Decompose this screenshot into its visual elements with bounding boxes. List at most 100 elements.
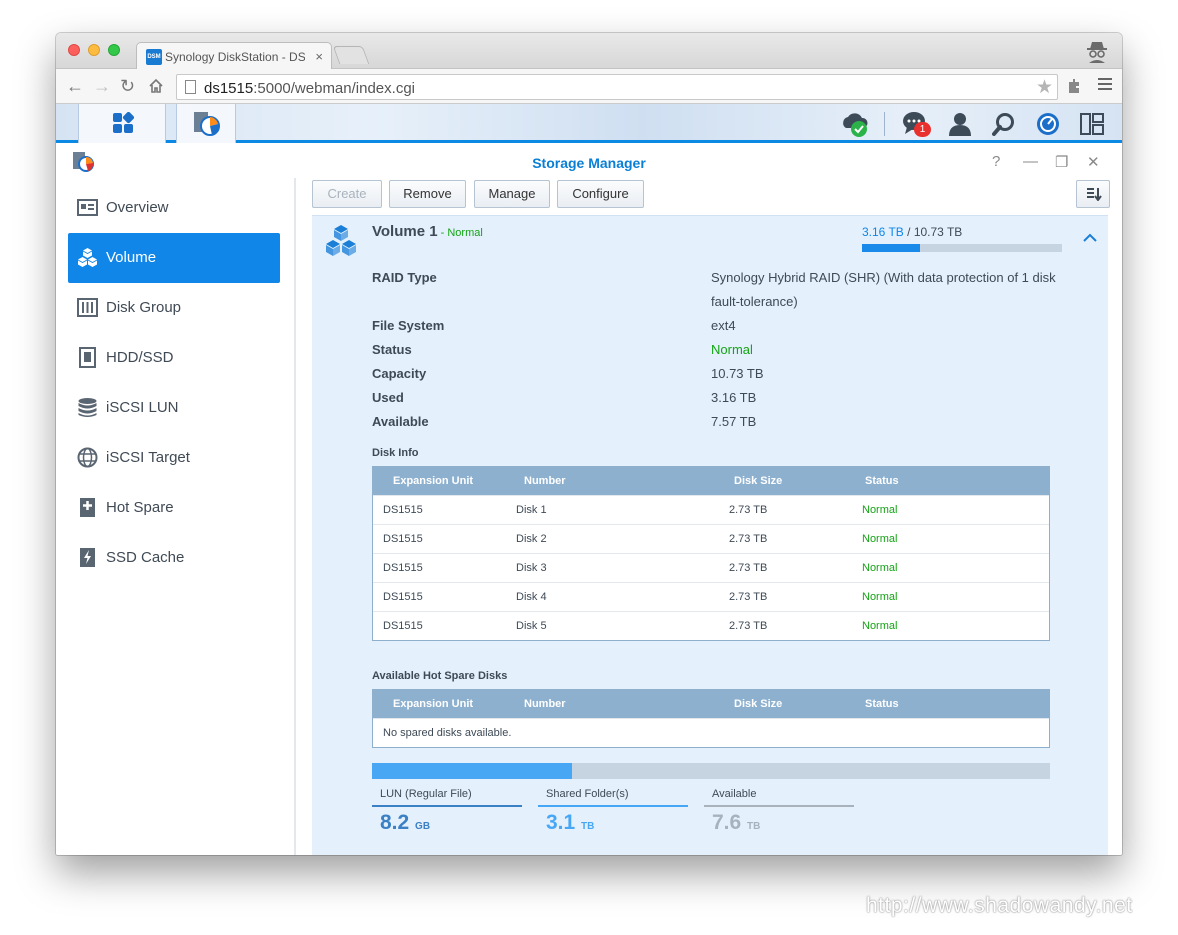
browser-tab-strip: DSM Synology DiskStation - DS × <box>56 33 1122 70</box>
sidebar-item-iscsi-lun[interactable]: iSCSI LUN <box>68 383 280 433</box>
widgets-icon[interactable] <box>1080 112 1104 136</box>
disk-info-heading: Disk Info <box>372 447 419 459</box>
hot-spare-icon <box>80 498 95 517</box>
table-cell: Normal <box>862 620 898 632</box>
reload-icon[interactable]: ↻ <box>120 75 135 97</box>
prop-label-used: Used <box>372 390 404 405</box>
sidebar-item-iscsi-target[interactable]: iSCSI Target <box>68 433 280 483</box>
table-row[interactable]: DS1515 Disk 2 2.73 TB Normal <box>373 524 1049 553</box>
table-row[interactable]: DS1515 Disk 4 2.73 TB Normal <box>373 582 1049 611</box>
help-button[interactable]: ? <box>992 153 1000 170</box>
column-header[interactable]: Disk Size <box>734 698 782 710</box>
zoom-window-button[interactable] <box>108 44 120 56</box>
legend-label: Shared Folder(s) <box>546 788 629 800</box>
main-menu-button[interactable] <box>78 104 166 143</box>
close-window-button[interactable] <box>68 44 80 56</box>
sidebar-item-overview[interactable]: Overview <box>68 183 280 233</box>
sidebar-item-label: Disk Group <box>106 299 182 316</box>
sidebar-item-label: iSCSI LUN <box>106 399 179 416</box>
notification-badge: 1 <box>914 122 931 137</box>
column-header[interactable]: Expansion Unit <box>393 698 473 710</box>
minimize-app-button[interactable]: — <box>1023 153 1038 170</box>
volume-used: 3.16 TB <box>862 225 904 239</box>
sidebar-item-label: iSCSI Target <box>106 449 190 466</box>
sort-button[interactable] <box>1076 180 1110 208</box>
sort-icon <box>1087 188 1102 201</box>
storage-manager-taskbar-button[interactable] <box>176 104 236 143</box>
remove-button[interactable]: Remove <box>389 180 466 208</box>
bookmark-star-icon[interactable]: ★ <box>1036 76 1053 99</box>
column-header[interactable]: Disk Size <box>734 475 782 487</box>
column-header[interactable]: Status <box>865 475 899 487</box>
browser-tab[interactable]: DSM Synology DiskStation - DS × <box>136 42 332 70</box>
sidebar-item-volume[interactable]: Volume <box>68 233 280 283</box>
resource-monitor-icon[interactable] <box>1036 112 1060 136</box>
legend-value: 8.2 GB <box>380 811 431 834</box>
iscsi-lun-icon <box>78 398 97 417</box>
sidebar-item-hot-spare[interactable]: Hot Spare <box>68 483 280 533</box>
disk-group-icon <box>77 298 98 317</box>
legend-label: Available <box>712 788 757 800</box>
url-text: ds1515:5000/webman/index.cgi <box>204 80 415 97</box>
volume-panel: Volume 1 - Normal 3.16 TB / 10.73 TB RAI… <box>312 215 1108 855</box>
restore-app-button[interactable]: ❐ <box>1055 153 1068 171</box>
column-header[interactable]: Expansion Unit <box>393 475 473 487</box>
app-title: Storage Manager <box>532 155 646 171</box>
home-icon[interactable] <box>148 78 164 94</box>
chevron-up-icon[interactable] <box>1083 233 1097 243</box>
table-row[interactable]: DS1515 Disk 1 2.73 TB Normal <box>373 495 1049 524</box>
legend-lun: LUN (Regular File) 8.2 GB <box>372 788 522 835</box>
column-header[interactable]: Number <box>524 698 566 710</box>
column-header[interactable]: Number <box>524 475 566 487</box>
page-icon <box>185 80 196 94</box>
sidebar-item-label: Hot Spare <box>106 499 174 516</box>
table-cell: 2.73 TB <box>729 620 768 632</box>
storage-manager-icon <box>194 112 220 136</box>
volume-total: / 10.73 TB <box>903 225 963 239</box>
prop-value-available: 7.57 TB <box>711 414 757 429</box>
sidebar-item-label: SSD Cache <box>106 549 185 566</box>
watermark: http://www.shadowandy.net <box>866 894 1133 917</box>
sidebar-item-hdd-ssd[interactable]: HDD/SSD <box>68 333 280 383</box>
column-header[interactable]: Status <box>865 698 899 710</box>
table-cell: Disk 2 <box>516 533 547 545</box>
table-cell: DS1515 <box>383 591 423 603</box>
forward-icon[interactable]: → <box>93 75 111 97</box>
globe-icon <box>77 447 98 468</box>
sidebar-item-disk-group[interactable]: Disk Group <box>68 283 280 333</box>
hot-spare-heading: Available Hot Spare Disks <box>372 670 508 682</box>
taskbar-divider <box>884 112 885 136</box>
prop-label-raid-type: RAID Type <box>372 270 437 285</box>
create-button[interactable]: Create <box>312 180 382 208</box>
table-cell: Normal <box>862 591 898 603</box>
address-bar[interactable]: ds1515:5000/webman/index.cgi ★ <box>176 74 1058 100</box>
legend-value: 3.1 TB <box>546 811 595 834</box>
table-row[interactable]: DS1515 Disk 3 2.73 TB Normal <box>373 553 1049 582</box>
table-cell: 2.73 TB <box>729 591 768 603</box>
sidebar-item-label: HDD/SSD <box>106 349 174 366</box>
dsm-favicon-icon: DSM <box>146 49 162 65</box>
configure-button[interactable]: Configure <box>557 180 644 208</box>
volume-status: - Normal <box>437 227 483 239</box>
sidebar-item-ssd-cache[interactable]: SSD Cache <box>68 533 280 583</box>
chrome-menu-icon[interactable] <box>1098 78 1112 92</box>
search-icon[interactable] <box>992 112 1016 136</box>
table-cell: Normal <box>862 533 898 545</box>
table-row[interactable]: DS1515 Disk 5 2.73 TB Normal <box>373 611 1049 640</box>
minimize-window-button[interactable] <box>88 44 100 56</box>
tab-close-icon[interactable]: × <box>315 49 323 64</box>
notifications-button[interactable]: 1 <box>902 111 934 137</box>
manage-button[interactable]: Manage <box>474 180 550 208</box>
disk-info-table: Expansion Unit Number Disk Size Status D… <box>372 466 1050 641</box>
new-tab-button[interactable] <box>332 46 370 64</box>
close-app-button[interactable]: ✕ <box>1087 153 1100 171</box>
incognito-icon <box>1087 42 1107 63</box>
extension-icon[interactable] <box>1066 78 1082 94</box>
back-icon[interactable]: ← <box>66 75 84 97</box>
volume-cubes-icon <box>326 225 356 256</box>
prop-label-file-system: File System <box>372 318 445 333</box>
cloud-sync-icon[interactable] <box>840 110 870 138</box>
user-icon[interactable] <box>948 112 972 136</box>
table-cell: DS1515 <box>383 620 423 632</box>
table-cell: DS1515 <box>383 562 423 574</box>
